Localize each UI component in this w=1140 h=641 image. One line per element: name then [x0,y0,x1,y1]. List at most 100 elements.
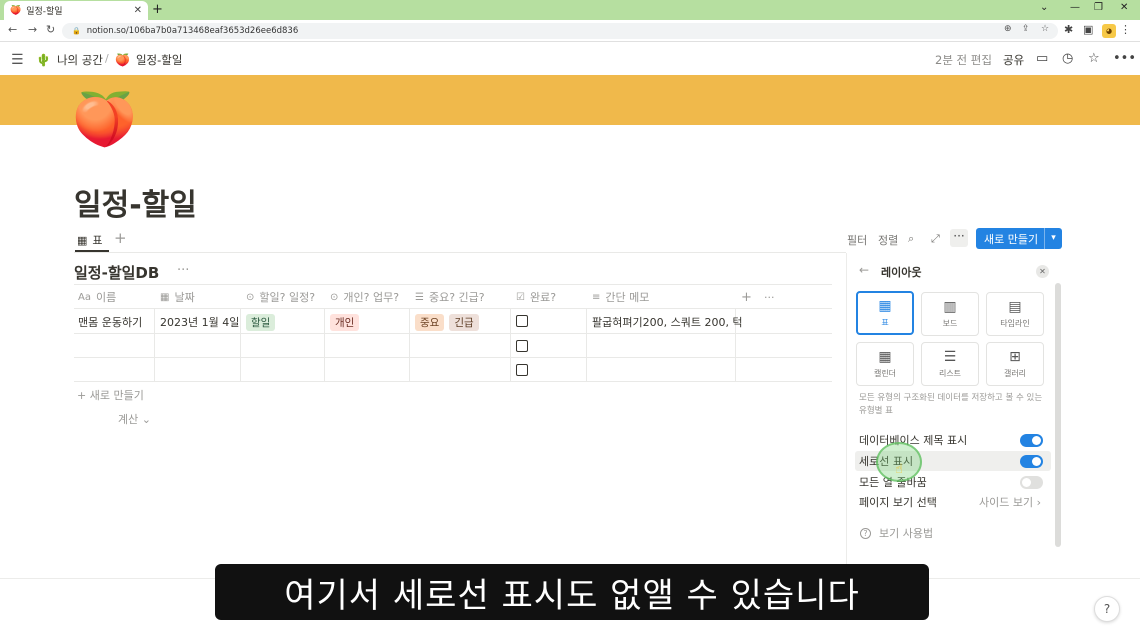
profile-avatar[interactable]: ◕ [1102,24,1116,38]
board-icon: ▥ [943,299,957,315]
search-icon[interactable]: ⌕ [908,232,914,246]
column-label: 개인? 업무? [343,291,400,304]
checkbox-icon: ☑ [516,291,525,303]
extensions-icon[interactable]: ✱ [1064,23,1073,36]
column-header-priority[interactable]: ☰ 중요? 긴급? [415,285,485,309]
filter-button[interactable]: 필터 [847,232,867,248]
cactus-icon: 🌵 [36,53,51,67]
timeline-icon: ▤ [1008,299,1022,315]
more-icon[interactable]: ••• [1113,51,1136,66]
close-window-icon[interactable]: ✕ [1120,2,1128,13]
tab-search-icon[interactable]: ⌄ [1040,2,1048,13]
new-tab-icon[interactable]: + [152,2,163,17]
close-icon[interactable]: ✕ [1036,265,1049,278]
layout-option-timeline[interactable]: ▤ 타임라인 [986,292,1044,336]
back-icon[interactable]: ← [8,23,17,36]
browser-tabstrip: 🍑 일정-할일 ✕ + ⌄ — ❐ ✕ [0,0,1140,20]
breadcrumb-page[interactable]: 🍑 일정-할일 [115,52,182,68]
cell-priority[interactable]: 중요 긴급 [415,314,484,331]
sort-button[interactable]: 정렬 [878,232,898,248]
database-title[interactable]: 일정-할일DB [74,262,159,283]
chevron-down-icon: ⌄ [141,413,151,426]
sidepanel-icon[interactable]: ▣ [1083,23,1093,36]
breadcrumb-workspace[interactable]: 🌵 나의 공간 [36,52,103,68]
cell-scope[interactable]: 개인 [330,314,364,331]
toggle-switch[interactable] [1020,475,1043,489]
minimize-icon[interactable]: — [1070,2,1080,13]
column-header-date[interactable]: ▦ 날짜 [160,285,195,309]
database-more-icon[interactable]: ··· [177,263,189,278]
page-icon[interactable]: 🍑 [72,90,137,150]
toggle-switch[interactable] [1020,433,1043,447]
share-page-icon[interactable]: ⇪ [1022,24,1030,34]
breadcrumb-label: 일정-할일 [135,53,183,67]
cell-name[interactable]: 맨몸 운동하기 [78,314,142,330]
setting-label: 페이지 보기 선택 [859,496,937,509]
add-property-icon[interactable]: + [741,285,752,309]
select-icon: ⊙ [330,291,339,303]
table-row[interactable] [74,358,832,382]
sidebar-menu-icon[interactable]: ☰ [11,52,24,68]
done-checkbox[interactable] [516,340,528,352]
panel-scrollbar[interactable] [1055,283,1061,547]
share-button[interactable]: 공유 [1003,52,1024,68]
cell-date[interactable]: 2023년 1월 4일 [160,314,239,330]
layout-option-table[interactable]: ▦ 표 [856,291,914,335]
calendar-icon: ▦ [878,349,892,365]
favorite-icon[interactable]: ☆ [1088,51,1100,66]
toggle-switch[interactable] [1020,454,1043,468]
toggle-knob [1032,456,1041,466]
close-tab-icon[interactable]: ✕ [134,5,142,16]
help-button[interactable]: ? [1094,596,1120,622]
add-row-button[interactable]: + 새로 만들기 [77,387,144,403]
back-arrow-icon[interactable]: ← [859,263,869,277]
layout-label: 캘린더 [873,369,897,378]
column-label: 날짜 [174,291,195,304]
table-icon: ▦ [878,298,892,314]
chevron-down-icon[interactable]: ▾ [1044,228,1062,249]
column-header-type[interactable]: ⊙ 할일? 일정? [246,285,315,309]
hand-cursor-icon: ☝ [895,462,903,477]
browser-menu-icon[interactable]: ⋮ [1120,23,1131,36]
comment-icon[interactable]: ▭ [1036,51,1048,66]
breadcrumb-separator: / [105,52,109,65]
add-view-icon[interactable]: + [114,229,127,247]
layout-option-list[interactable]: ☰ 리스트 [921,342,979,386]
panel-title: 레이아웃 [881,266,922,279]
bookmark-icon[interactable]: ☆ [1041,24,1049,34]
chevron-right-icon: › [1036,496,1041,509]
layout-option-calendar[interactable]: ▦ 캘린더 [856,342,914,386]
layout-option-board[interactable]: ▥ 보드 [921,292,979,336]
column-header-memo[interactable]: ≡ 간단 메모 [592,285,649,309]
view-tab-table[interactable]: ▦ 표 [77,232,103,248]
divider [74,252,846,253]
help-link[interactable]: ? 보기 사용법 [860,525,933,541]
column-header-scope[interactable]: ⊙ 개인? 업무? [330,285,399,309]
calculate-button[interactable]: 계산 ⌄ [118,411,151,427]
view-settings-icon[interactable]: ··· [950,229,968,247]
reload-icon[interactable]: ↻ [46,23,55,36]
column-header-name[interactable]: Aa 이름 [78,285,116,309]
column-label: 할일? 일정? [259,291,316,304]
history-icon[interactable]: ◷ [1062,51,1073,66]
table-row[interactable] [74,334,832,358]
browser-tab[interactable]: 🍑 일정-할일 ✕ [4,1,148,20]
address-bar[interactable]: 🔒 notion.so/106ba7b0a713468eaf3653d26ee6… [62,23,1058,39]
column-header-done[interactable]: ☑ 완료? [516,285,556,309]
setting-page-view[interactable]: 페이지 보기 선택 사이드 보기 › [855,492,1051,512]
new-item-button[interactable]: 새로 만들기 ▾ [976,228,1062,249]
cell-type[interactable]: 할일 [246,314,280,331]
page-title[interactable]: 일정-할일 [74,180,197,224]
restore-icon[interactable]: ❐ [1094,2,1103,13]
forward-icon[interactable]: → [28,23,37,36]
cell-memo[interactable]: 팔굽혀펴기200, 스쿼트 200, 턱 [592,314,743,330]
property-more-icon[interactable]: ··· [764,285,775,309]
done-checkbox[interactable] [516,364,528,376]
zoom-icon[interactable]: ⊕ [1004,24,1012,34]
layout-option-gallery[interactable]: ⊞ 갤러리 [986,342,1044,386]
expand-icon[interactable]: ⤢ [931,232,940,246]
page-cover[interactable] [0,75,1140,125]
help-label: 보기 사용법 [879,527,934,540]
done-checkbox[interactable] [516,315,528,327]
toggle-knob [1032,435,1041,445]
